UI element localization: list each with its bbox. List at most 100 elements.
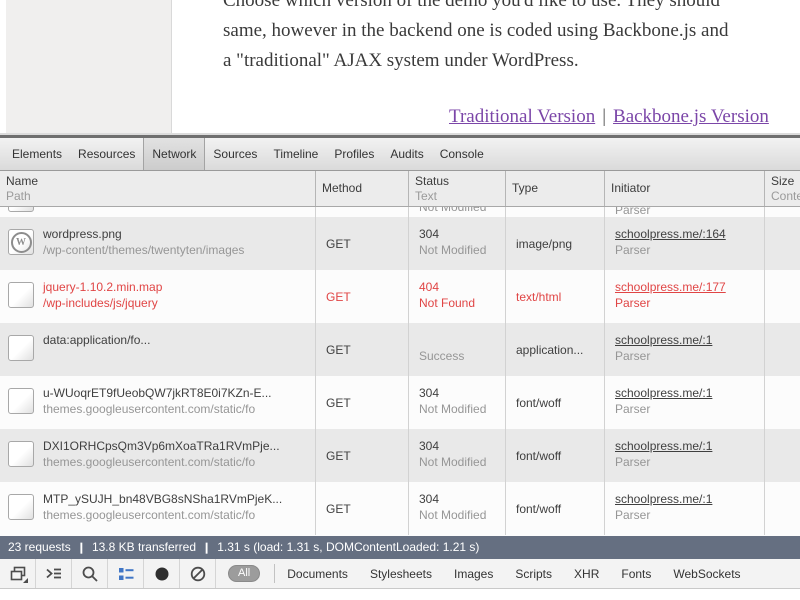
network-request-row[interactable]: jquery-1.10.2.min.map/wp-includes/js/jqu… [0, 270, 800, 323]
tab-resources[interactable]: Resources [70, 138, 143, 170]
statusbar-segment: 13.8 KB transferred [91, 540, 196, 554]
request-name-text: MTP_ySUJH_bn48VBG8sNSha1RVmPjeK... themes… [43, 491, 282, 535]
column-header-status[interactable]: Status Text [409, 171, 506, 206]
initiator-link[interactable]: schoolpress.me/:1 [615, 491, 712, 507]
tab-profiles[interactable]: Profiles [326, 138, 382, 170]
page-text-line-2: same, however in the backend one is code… [223, 20, 729, 41]
request-path: /wp-includes/js/jquery [43, 296, 158, 310]
status-text: Not Found [419, 296, 476, 310]
request-initiator-cell: schoolpress.me/:1 Parser [605, 429, 765, 482]
page-content: Choose which version of the demo you'd l… [173, 0, 800, 133]
status-code: 404 [419, 280, 440, 294]
request-method-cell: GET [316, 376, 409, 429]
generic-file-icon [8, 282, 34, 308]
tab-audits[interactable]: Audits [382, 138, 431, 170]
filter-separator [274, 564, 276, 583]
request-type-cell: image/png [506, 217, 605, 270]
devtools-toolbar: All Documents Stylesheets Images Scripts XHR… [0, 559, 800, 589]
filter-documents[interactable]: Documents [287, 567, 348, 581]
record-button[interactable] [144, 559, 180, 588]
request-status-cell: 304 Not Modified [409, 376, 506, 429]
network-request-row[interactable]: MTP_ySUJH_bn48VBG8sNSha1RVmPjeK... themes… [0, 482, 800, 535]
tab-network[interactable]: Network [143, 138, 206, 170]
clear-button[interactable] [180, 559, 216, 588]
request-name-cell: jquery-1.10.2.min.map/wp-includes/js/jqu… [0, 270, 316, 323]
devtools-tabbar: Elements Resources Network Sources Timeline P… [0, 138, 800, 171]
request-name-text: data:application/fo... [43, 332, 150, 376]
traditional-version-link[interactable]: Traditional Version [449, 106, 595, 127]
initiator-link[interactable]: schoolpress.me/:177 [615, 279, 726, 295]
request-status-cell: 304 Not Modified [409, 429, 506, 482]
network-statusbar: 23 requests ❙ 13.8 KB transferred ❙ 1.31 s (… [0, 536, 800, 559]
status-text: Success [419, 349, 465, 363]
request-initiator-cell: schoolpress.me/:177 Parser [605, 270, 765, 323]
network-request-row[interactable]: wordpress.png/wp-content/themes/twentyte… [0, 217, 800, 270]
statusbar-segment: 1.31 s (load: 1.31 s, DOMContentLoaded: … [217, 540, 480, 554]
request-size-cell [765, 482, 800, 535]
network-request-row[interactable]: u-WUoqrET9fUeobQW7jkRT8E0i7KZn-E... theme… [0, 376, 800, 429]
column-header-initiator[interactable]: Initiator [605, 171, 765, 206]
status-code: 304 [419, 439, 440, 453]
initiator-link[interactable]: schoolpress.me/:1 [615, 332, 712, 348]
small-resource-rows-icon [117, 565, 135, 583]
request-method-cell: GET [316, 207, 409, 217]
record-icon [153, 565, 171, 583]
generic-file-icon [8, 494, 34, 520]
small-rows-toggle-button[interactable] [108, 559, 144, 588]
column-header-type[interactable]: Type [506, 171, 605, 206]
generic-file-icon [8, 335, 34, 361]
statusbar-separator: ❙ [202, 542, 212, 554]
network-request-row[interactable]: data:application/fo... GET Success applicat… [0, 323, 800, 376]
column-header-name[interactable]: Name Path [0, 171, 316, 206]
filter-websockets[interactable]: WebSockets [673, 567, 740, 581]
request-name: data:application/fo... [43, 333, 151, 347]
dock-side-button[interactable] [0, 559, 36, 588]
column-title: Size [771, 174, 795, 188]
page-links: Traditional Version | Backbone.js Version [449, 102, 769, 132]
filter-list: Documents Stylesheets Images Scripts XHR Font… [287, 559, 740, 588]
tab-sources[interactable]: Sources [205, 138, 265, 170]
request-initiator-cell: schoolpress.me/:1 Parser [605, 323, 765, 376]
status-code [419, 332, 505, 348]
status-code: 304 [419, 227, 440, 241]
network-request-row[interactable]: DXI1ORHCpsQm3Vp6mXoaTRa1RVmPje... themes.… [0, 429, 800, 482]
column-header-method[interactable]: Method [316, 171, 409, 206]
initiator-origin: Parser [615, 402, 651, 416]
request-name-text: u-WUoqrET9fUeobQW7jkRT8E0i7KZn-E... theme… [43, 385, 272, 429]
filter-xhr[interactable]: XHR [574, 567, 599, 581]
filter-all-button[interactable]: All [228, 565, 261, 582]
backbone-version-link[interactable]: Backbone.js Version [613, 106, 769, 127]
devtools-screen: Choose which version of the demo you'd l… [0, 0, 800, 600]
tab-console[interactable]: Console [432, 138, 492, 170]
initiator-link[interactable]: schoolpress.me/:164 [615, 226, 726, 242]
request-size-cell [765, 323, 800, 376]
status-text: Not Modified [419, 402, 487, 416]
column-header-size[interactable]: SizeContent [765, 171, 800, 206]
status-text: Not Modified [419, 243, 487, 257]
request-name-cell: DXI1ORHCpsQm3Vp6mXoaTRa1RVmPje... themes.… [0, 429, 316, 482]
request-initiator-cell: schoolpress.me/:164 Parser [605, 217, 765, 270]
initiator-link[interactable]: schoolpress.me/:1 [615, 438, 712, 454]
request-type-cell: text/html [506, 270, 605, 323]
request-name: u-WUoqrET9fUeobQW7jkRT8E0i7KZn-E... [43, 386, 272, 400]
request-name-text: jquery-1.10.2.min.map/wp-includes/js/jqu… [43, 279, 162, 323]
request-path: themes.googleusercontent.com/static/fo [43, 508, 256, 522]
tab-elements[interactable]: Elements [4, 138, 70, 170]
filter-scripts[interactable]: Scripts [515, 567, 552, 581]
tab-timeline[interactable]: Timeline [265, 138, 326, 170]
filter-stylesheets[interactable]: Stylesheets [370, 567, 432, 581]
page-text-line-1: Choose which version of the demo you'd l… [223, 0, 721, 11]
request-path: themes.googleusercontent.com/static/fo [43, 455, 256, 469]
request-name: jquery-1.10.2.min.map [43, 280, 163, 294]
filter-fonts[interactable]: Fonts [621, 567, 651, 581]
filter-images[interactable]: Images [454, 567, 493, 581]
network-request-row[interactable]: /wp-content/themes/twentyten/images/h GET… [0, 207, 800, 217]
initiator-link[interactable]: schoolpress.me/:1 [615, 385, 712, 401]
status-text: Not Modified [419, 207, 487, 214]
request-type-cell: font/woff [506, 482, 605, 535]
request-status-cell: 404 Not Found [409, 270, 506, 323]
statusbar-separator: ❙ [76, 542, 86, 554]
search-button[interactable] [72, 559, 108, 588]
console-drawer-button[interactable] [36, 559, 72, 588]
request-type-cell: font/woff [506, 376, 605, 429]
